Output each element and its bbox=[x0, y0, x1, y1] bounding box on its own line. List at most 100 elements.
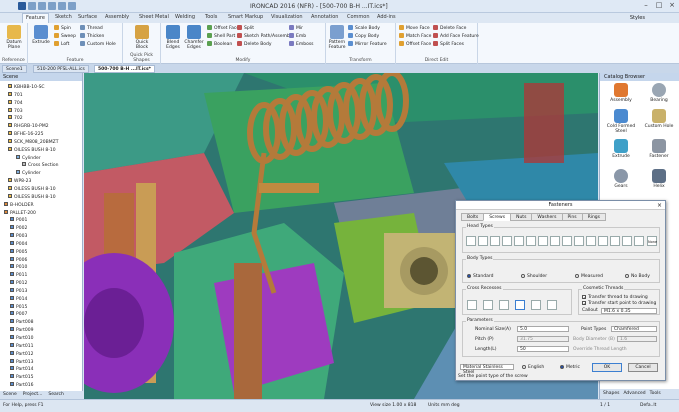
catalog-item-bearing[interactable]: Bearing bbox=[640, 83, 678, 103]
body-type-shoulder-radio[interactable]: Shoulder bbox=[521, 274, 547, 279]
tab-welding[interactable]: Welding bbox=[175, 14, 195, 20]
tree-item[interactable]: OILESS BUSH 8-10 bbox=[2, 185, 59, 194]
head-type-icon[interactable] bbox=[598, 236, 608, 246]
tab-sheet-metal[interactable]: Sheet Metal bbox=[139, 14, 169, 20]
tab-washers[interactable]: Washers bbox=[531, 213, 563, 221]
head-type-icon[interactable] bbox=[562, 236, 572, 246]
mirror-button[interactable]: Mir bbox=[289, 25, 303, 32]
quick-block-button[interactable]: Quick Block bbox=[131, 25, 153, 50]
tree-item[interactable]: P004 bbox=[2, 240, 59, 249]
tree-item[interactable]: Part014 bbox=[2, 366, 59, 374]
tree-item[interactable]: Part016 bbox=[2, 382, 59, 390]
pitch-field[interactable]: 31.75 bbox=[517, 336, 569, 342]
minimize-button[interactable]: – bbox=[641, 1, 651, 10]
tree-item[interactable]: Cross Section bbox=[2, 162, 59, 170]
catalog-item-custom-hole[interactable]: Custom Hole bbox=[640, 109, 678, 129]
head-type-icon[interactable] bbox=[502, 236, 512, 246]
tree-item[interactable]: 703 bbox=[2, 107, 59, 116]
head-type-icon[interactable] bbox=[586, 236, 596, 246]
custom-hole-button[interactable]: Custom Hole bbox=[80, 41, 116, 48]
tab-rings[interactable]: Rings bbox=[581, 213, 607, 221]
tree-item[interactable]: P013 bbox=[2, 287, 59, 296]
tree-item[interactable]: Cylinder bbox=[2, 154, 59, 163]
tree-item[interactable]: P003 bbox=[2, 233, 59, 241]
shapes-tab[interactable]: Shapes bbox=[603, 389, 619, 399]
doc-tab-active[interactable]: 500-700 B-H ...IT.ics* bbox=[94, 65, 155, 73]
maximize-button[interactable]: □ bbox=[654, 1, 664, 10]
tree-item[interactable]: SCK_M808_20BMZT bbox=[2, 138, 59, 147]
head-type-icon[interactable] bbox=[466, 236, 476, 246]
tab-add-ins[interactable]: Add-ins bbox=[377, 14, 396, 20]
tree-item[interactable]: P014 bbox=[2, 295, 59, 304]
emboss-small-button[interactable]: Emb bbox=[289, 33, 306, 40]
recess-torx-icon[interactable] bbox=[531, 300, 541, 310]
tree-item[interactable]: Part013 bbox=[2, 358, 59, 367]
tree-item[interactable]: P012 bbox=[2, 280, 59, 288]
tab-nuts[interactable]: Nuts bbox=[510, 213, 533, 221]
catalog-item-helix[interactable]: Helix bbox=[640, 169, 678, 189]
body-diameter-field[interactable]: 1.6 bbox=[617, 336, 657, 342]
split-button[interactable]: Split bbox=[237, 25, 254, 32]
tree-item[interactable]: RHGRB-10-PM2 bbox=[2, 123, 59, 131]
tree-item[interactable]: P002 bbox=[2, 225, 59, 233]
head-type-icon[interactable] bbox=[478, 236, 488, 246]
callout-field[interactable]: M1.6 x 0.35 bbox=[601, 308, 657, 314]
tree-item[interactable]: 704 bbox=[2, 99, 59, 108]
head-type-icon[interactable] bbox=[634, 236, 644, 246]
recess-hex-icon[interactable] bbox=[515, 300, 525, 310]
transfer-start-point-checkbox[interactable]: ✓ Transfer start point to drawing bbox=[582, 301, 656, 306]
close-button[interactable]: × bbox=[667, 1, 677, 10]
open-file-icon[interactable] bbox=[38, 2, 46, 10]
mirror-feature-button[interactable]: Mirror Feature bbox=[348, 41, 387, 48]
tree-item[interactable]: Part015 bbox=[2, 374, 59, 382]
tab-smart-markup[interactable]: Smart Markup bbox=[228, 14, 263, 20]
tree-item[interactable]: P011 bbox=[2, 272, 59, 280]
head-type-icon[interactable] bbox=[610, 236, 620, 246]
tree-item[interactable]: BFHE-16-225 bbox=[2, 131, 59, 139]
body-type-standard-radio[interactable]: Standard bbox=[467, 274, 493, 279]
status-zoom[interactable]: Defa..lt bbox=[640, 403, 656, 408]
tree-item[interactable]: Part012 bbox=[2, 350, 59, 359]
tree-item[interactable]: Part011 bbox=[2, 342, 59, 351]
head-type-icon[interactable] bbox=[538, 236, 548, 246]
tree-item[interactable]: Part010 bbox=[2, 335, 59, 343]
tree-item[interactable]: Part009 bbox=[2, 327, 59, 335]
recess-slot-icon[interactable] bbox=[547, 300, 557, 310]
split-faces-button[interactable]: Split Faces bbox=[433, 41, 464, 48]
tree-item[interactable]: P015 bbox=[2, 303, 59, 312]
tab-assembly[interactable]: Assembly bbox=[105, 14, 129, 20]
head-type-none-button[interactable]: None bbox=[647, 236, 657, 246]
head-type-icon[interactable] bbox=[574, 236, 584, 246]
delete-face-button[interactable]: Delete Face bbox=[433, 25, 466, 32]
tree-item[interactable]: PALLET-200 bbox=[2, 209, 59, 218]
copy-body-button[interactable]: Copy Body bbox=[348, 33, 379, 40]
emboss-button[interactable]: Emboss bbox=[289, 41, 314, 48]
tree-item[interactable]: 702 bbox=[2, 115, 59, 123]
catalog-item-gears[interactable]: Gears bbox=[602, 169, 640, 189]
boolean-button[interactable]: Boolean bbox=[207, 41, 232, 48]
catalog-item-fastener[interactable]: Fastener bbox=[640, 139, 678, 159]
tab-feature[interactable]: Feature bbox=[22, 13, 49, 23]
tree-item[interactable]: 701 bbox=[2, 91, 59, 100]
tree-item[interactable]: KBHBB-10-SC bbox=[2, 84, 59, 92]
nominal-size-field[interactable]: 5.0 bbox=[517, 326, 569, 332]
styles-menu[interactable]: Styles bbox=[630, 15, 645, 21]
extrude-button[interactable]: Extrude bbox=[30, 25, 52, 45]
tab-annotation[interactable]: Annotation bbox=[311, 14, 338, 20]
scale-body-button[interactable]: Scale Body bbox=[348, 25, 380, 32]
body-type-no-body-radio[interactable]: No Body bbox=[625, 274, 650, 279]
tree-item[interactable]: WP8-23 bbox=[2, 178, 59, 186]
chamfer-edges-button[interactable]: Chamfer Edges bbox=[183, 25, 205, 50]
redo-icon[interactable] bbox=[68, 2, 76, 10]
offset-face-button[interactable]: Offset Face bbox=[399, 41, 431, 48]
head-type-icon[interactable] bbox=[490, 236, 500, 246]
doc-tab-scene1[interactable]: Scene1 bbox=[2, 65, 27, 73]
tab-common[interactable]: Common bbox=[347, 14, 370, 20]
head-type-icon[interactable] bbox=[622, 236, 632, 246]
tree-item[interactable]: Part008 bbox=[2, 319, 59, 327]
head-type-icon[interactable] bbox=[526, 236, 536, 246]
sweep-button[interactable]: Sweep bbox=[54, 33, 76, 40]
material-select[interactable]: Material Stainless Steel bbox=[460, 364, 514, 375]
tree-item[interactable]: P010 bbox=[2, 264, 59, 272]
tree-item[interactable]: B-HOLDER bbox=[2, 201, 59, 210]
